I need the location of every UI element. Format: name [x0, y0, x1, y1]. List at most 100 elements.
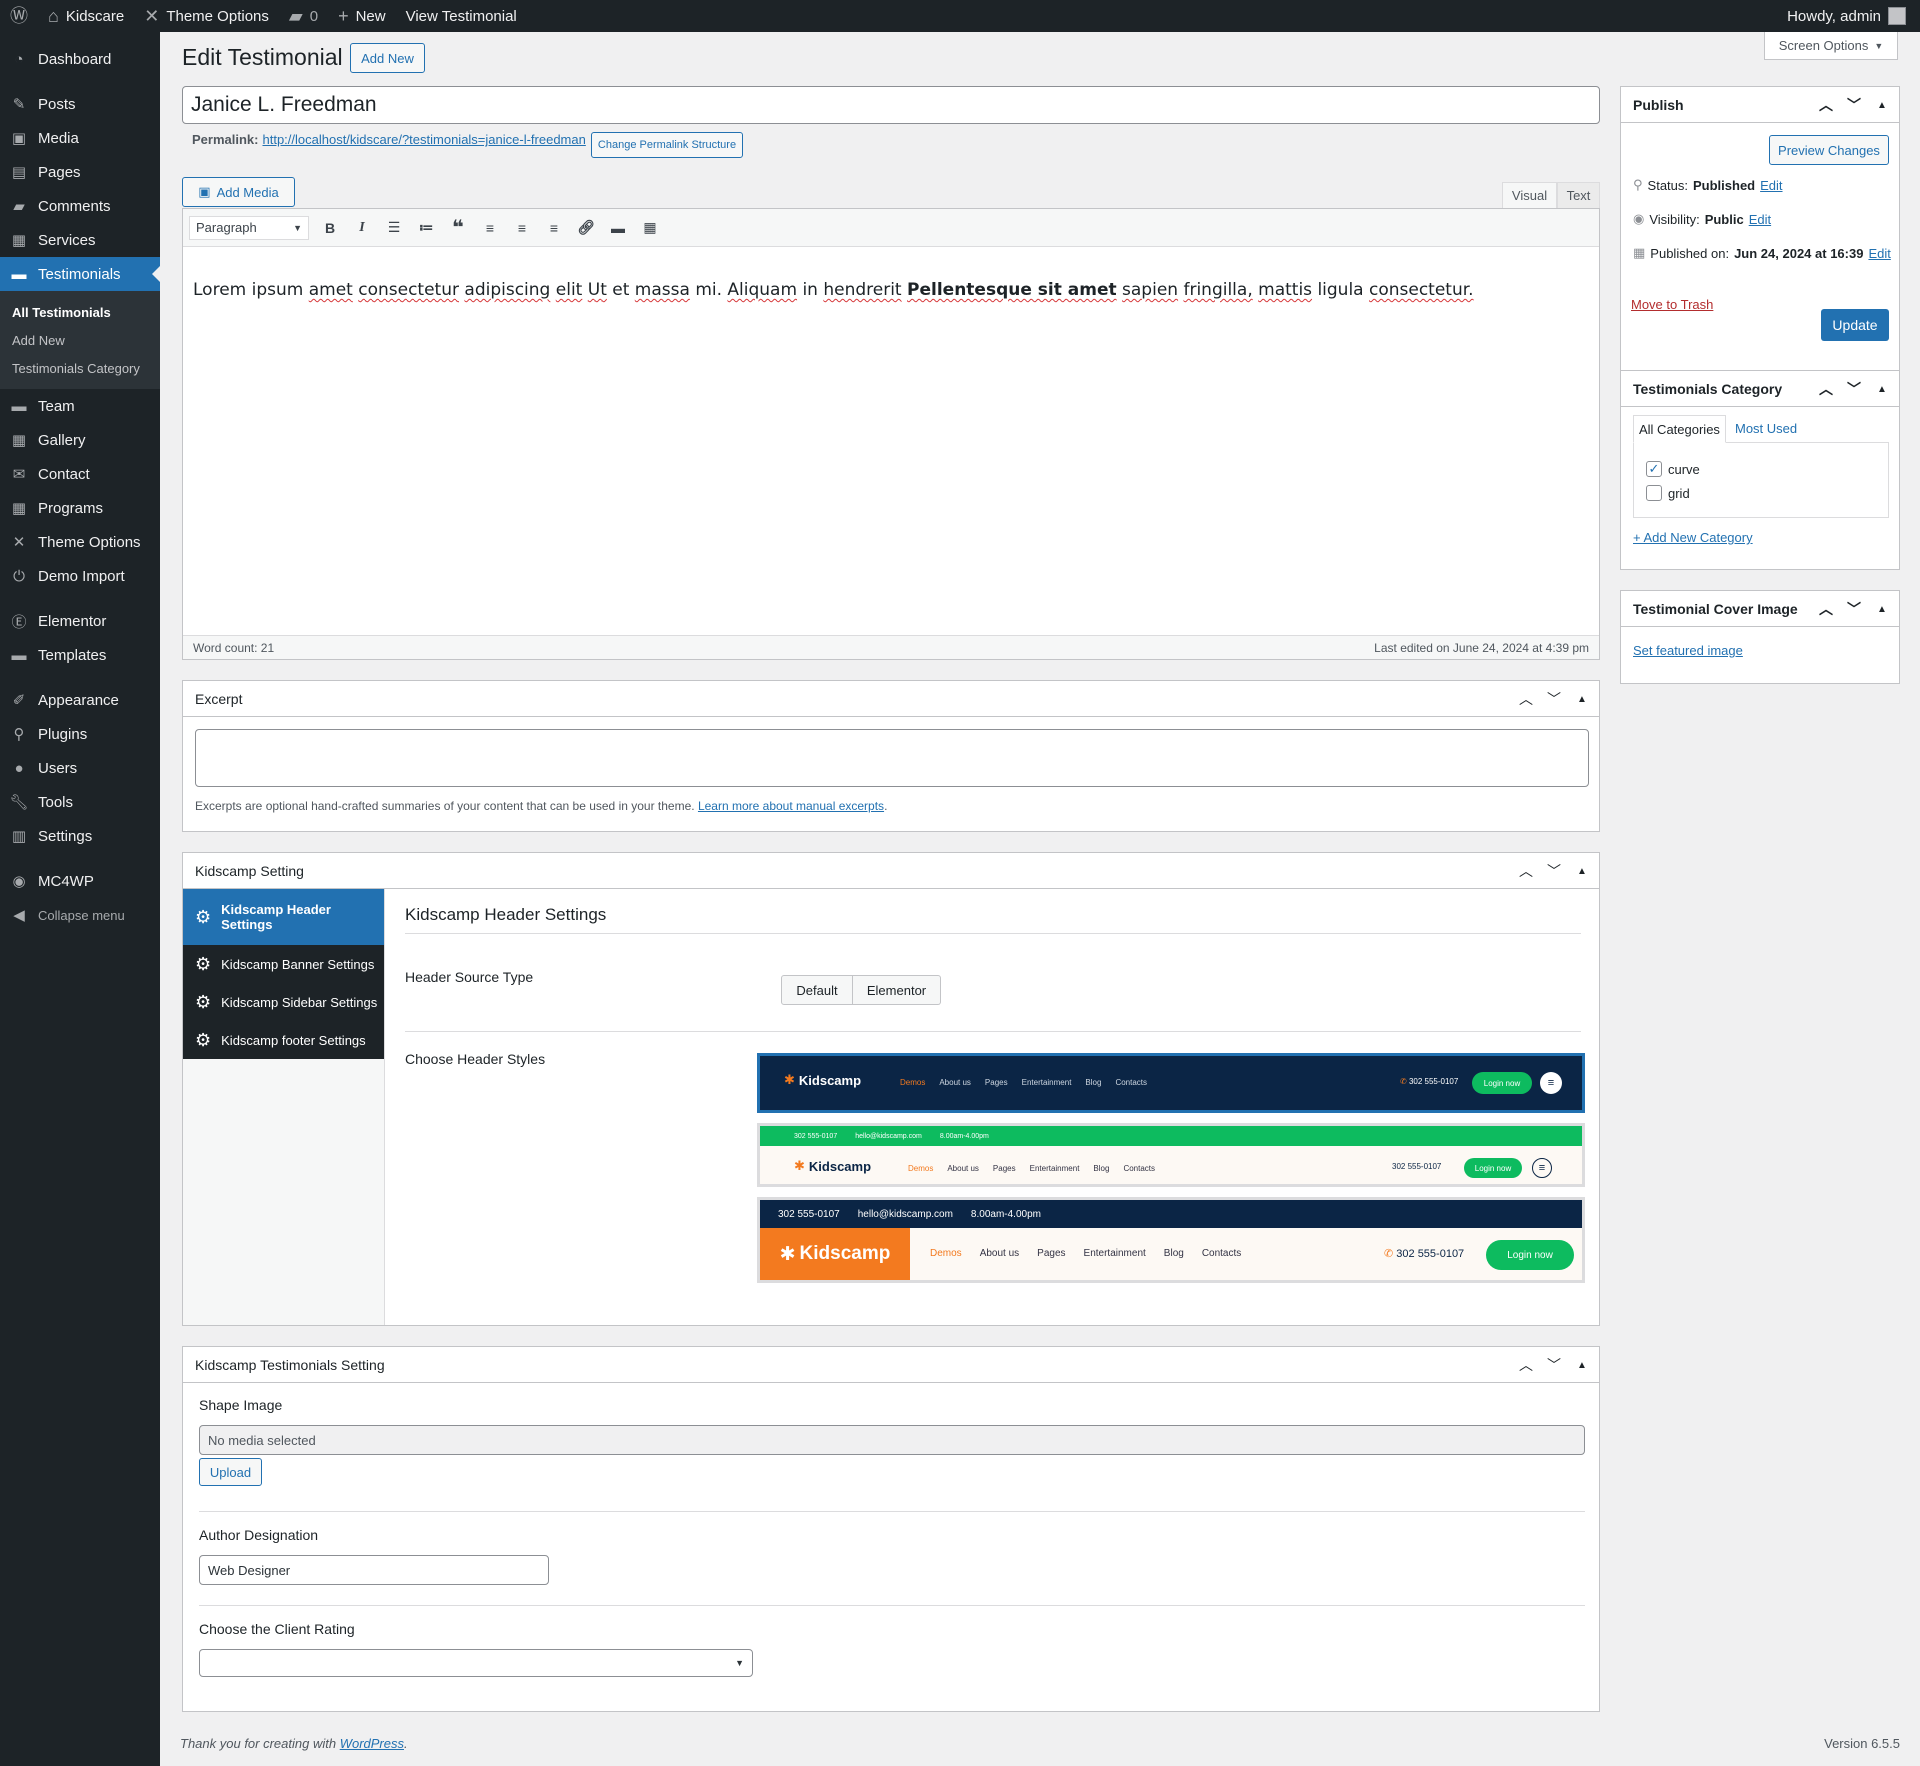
toggle-panel-icon[interactable]: ▲: [1873, 604, 1891, 615]
move-up-icon[interactable]: ︿: [1517, 1355, 1535, 1375]
excerpt-textarea[interactable]: [195, 729, 1589, 787]
format-select[interactable]: Paragraph ▼: [189, 215, 309, 240]
submenu-all-testimonials[interactable]: All Testimonials: [0, 299, 160, 327]
italic-icon[interactable]: I: [351, 217, 373, 239]
sidebar-item-appearance[interactable]: ✐ Appearance: [0, 683, 160, 717]
edit-status-link[interactable]: Edit: [1760, 178, 1782, 193]
move-up-icon[interactable]: ︿: [1817, 599, 1835, 619]
header-style-1[interactable]: ✱ Kidscamp Demos About us Pages Entertainmen…: [757, 1053, 1585, 1113]
sidebar-item-theme-options[interactable]: ✕ Theme Options: [0, 525, 160, 559]
set-featured-image-link[interactable]: Set featured image: [1633, 643, 1743, 658]
category-item[interactable]: grid: [1646, 485, 1690, 501]
bold-icon[interactable]: B: [319, 217, 341, 239]
sidebar-item-plugins[interactable]: ⚲ Plugins: [0, 717, 160, 751]
tab-footer-settings[interactable]: ⚙ Kidscamp footer Settings: [183, 1021, 384, 1059]
move-up-icon[interactable]: ︿: [1517, 689, 1535, 709]
wordpress-logo[interactable]: Ⓦ: [0, 0, 38, 32]
move-to-trash-link[interactable]: Move to Trash: [1631, 297, 1713, 312]
move-up-icon[interactable]: ︿: [1517, 861, 1535, 881]
account-menu[interactable]: Howdy, admin: [1777, 0, 1920, 32]
author-designation-input[interactable]: Web Designer: [199, 1555, 549, 1585]
site-name-link[interactable]: ⌂ Kidscare: [38, 0, 134, 32]
read-more-icon[interactable]: ▬: [607, 217, 629, 239]
edit-visibility-link[interactable]: Edit: [1749, 212, 1771, 227]
comments-link[interactable]: ▰ 0: [279, 0, 328, 32]
submenu-add-new[interactable]: Add New: [0, 327, 160, 355]
tab-visual[interactable]: Visual: [1502, 182, 1557, 208]
preview-changes-button[interactable]: Preview Changes: [1769, 135, 1889, 165]
toggle-panel-icon[interactable]: ▲: [1573, 1360, 1591, 1371]
move-down-icon[interactable]: ﹀: [1545, 1355, 1563, 1375]
sidebar-item-programs[interactable]: ▦ Programs: [0, 491, 160, 525]
sidebar-item-services[interactable]: ▦ Services: [0, 223, 160, 257]
align-center-icon[interactable]: ≡: [511, 217, 533, 239]
move-down-icon[interactable]: ﹀: [1845, 599, 1863, 619]
update-button[interactable]: Update: [1821, 309, 1889, 341]
client-rating-select[interactable]: ▼: [199, 1649, 753, 1677]
sidebar-item-elementor[interactable]: Ⓔ Elementor: [0, 604, 160, 638]
move-down-icon[interactable]: ﹀: [1545, 689, 1563, 709]
theme-options-link[interactable]: ✕ Theme Options: [134, 0, 279, 32]
view-testimonial-link[interactable]: View Testimonial: [396, 0, 527, 32]
add-media-button[interactable]: ▣ Add Media: [182, 177, 295, 207]
tab-header-settings[interactable]: ⚙ Kidscamp Header Settings: [183, 889, 384, 945]
permalink-link[interactable]: http://localhost/kidscare/?testimonials=…: [262, 132, 585, 147]
category-item[interactable]: ✓ curve: [1646, 461, 1700, 477]
tab-all-categories[interactable]: All Categories: [1633, 415, 1726, 443]
source-default-button[interactable]: Default: [781, 975, 853, 1005]
sidebar-item-pages[interactable]: ▤ Pages: [0, 155, 160, 189]
sidebar-item-templates[interactable]: ▬ Templates: [0, 638, 160, 672]
sidebar-item-contact[interactable]: ✉ Contact: [0, 457, 160, 491]
sidebar-item-posts[interactable]: ✎ Posts: [0, 87, 160, 121]
tab-sidebar-settings[interactable]: ⚙ Kidscamp Sidebar Settings: [183, 983, 384, 1021]
header-style-2[interactable]: 302 555-0107 hello@kidscamp.com 8.00am-4.0…: [757, 1123, 1585, 1187]
sidebar-item-comments[interactable]: ▰ Comments: [0, 189, 160, 223]
checkbox-icon[interactable]: [1646, 485, 1662, 501]
screen-options-button[interactable]: Screen Options ▼: [1764, 32, 1898, 60]
sidebar-item-users[interactable]: ● Users: [0, 751, 160, 785]
move-down-icon[interactable]: ﹀: [1545, 861, 1563, 881]
bullet-list-icon[interactable]: ☰: [383, 217, 405, 239]
change-permalink-button[interactable]: Change Permalink Structure: [591, 132, 743, 158]
upload-button[interactable]: Upload: [199, 1458, 262, 1486]
move-down-icon[interactable]: ﹀: [1845, 379, 1863, 399]
excerpt-help-link[interactable]: Learn more about manual excerpts: [698, 799, 884, 813]
editor-content[interactable]: Lorem ipsum amet consectetur adipiscing …: [183, 247, 1599, 603]
checkbox-checked-icon[interactable]: ✓: [1646, 461, 1662, 477]
source-elementor-button[interactable]: Elementor: [853, 975, 941, 1005]
add-new-button[interactable]: Add New: [350, 43, 425, 73]
toggle-panel-icon[interactable]: ▲: [1873, 384, 1891, 395]
sidebar-item-testimonials[interactable]: ▬ Testimonials: [0, 257, 160, 291]
toggle-panel-icon[interactable]: ▲: [1573, 866, 1591, 877]
numbered-list-icon[interactable]: ≔: [415, 217, 437, 239]
submenu-testimonials-category[interactable]: Testimonials Category: [0, 355, 160, 383]
sidebar-item-tools[interactable]: 🔧︎ Tools: [0, 785, 160, 819]
sidebar-item-demo-import[interactable]: ⏻ Demo Import: [0, 559, 160, 593]
sidebar-item-dashboard[interactable]: ◔ Dashboard: [0, 42, 160, 76]
collapse-menu-button[interactable]: ◀ Collapse menu: [0, 898, 160, 932]
sidebar-item-gallery[interactable]: ▦ Gallery: [0, 423, 160, 457]
sidebar-item-media[interactable]: ▣ Media: [0, 121, 160, 155]
blockquote-icon[interactable]: ❝: [447, 217, 469, 239]
align-right-icon[interactable]: ≡: [543, 217, 565, 239]
add-new-category-link[interactable]: + Add New Category: [1633, 530, 1753, 545]
toggle-panel-icon[interactable]: ▲: [1573, 694, 1591, 705]
toggle-panel-icon[interactable]: ▲: [1873, 100, 1891, 111]
edit-date-link[interactable]: Edit: [1868, 246, 1890, 261]
move-up-icon[interactable]: ︿: [1817, 379, 1835, 399]
shape-image-field[interactable]: No media selected: [199, 1425, 1585, 1455]
move-up-icon[interactable]: ︿: [1817, 95, 1835, 115]
sidebar-item-settings[interactable]: ▥ Settings: [0, 819, 160, 853]
tab-text[interactable]: Text: [1557, 182, 1600, 208]
move-down-icon[interactable]: ﹀: [1845, 95, 1863, 115]
new-content-link[interactable]: + New: [328, 0, 396, 32]
title-input[interactable]: Janice L. Freedman: [182, 86, 1600, 124]
link-icon[interactable]: 🔗︎: [575, 217, 597, 239]
tab-most-used[interactable]: Most Used: [1735, 421, 1797, 436]
header-style-3[interactable]: 302 555-0107 hello@kidscamp.com 8.00am-4.0…: [757, 1197, 1585, 1283]
align-left-icon[interactable]: ≡: [479, 217, 501, 239]
tab-banner-settings[interactable]: ⚙ Kidscamp Banner Settings: [183, 945, 384, 983]
sidebar-item-team[interactable]: ▬ Team: [0, 389, 160, 423]
toolbar-toggle-icon[interactable]: ▦: [639, 217, 661, 239]
sidebar-item-mc4wp[interactable]: ◉ MC4WP: [0, 864, 160, 898]
